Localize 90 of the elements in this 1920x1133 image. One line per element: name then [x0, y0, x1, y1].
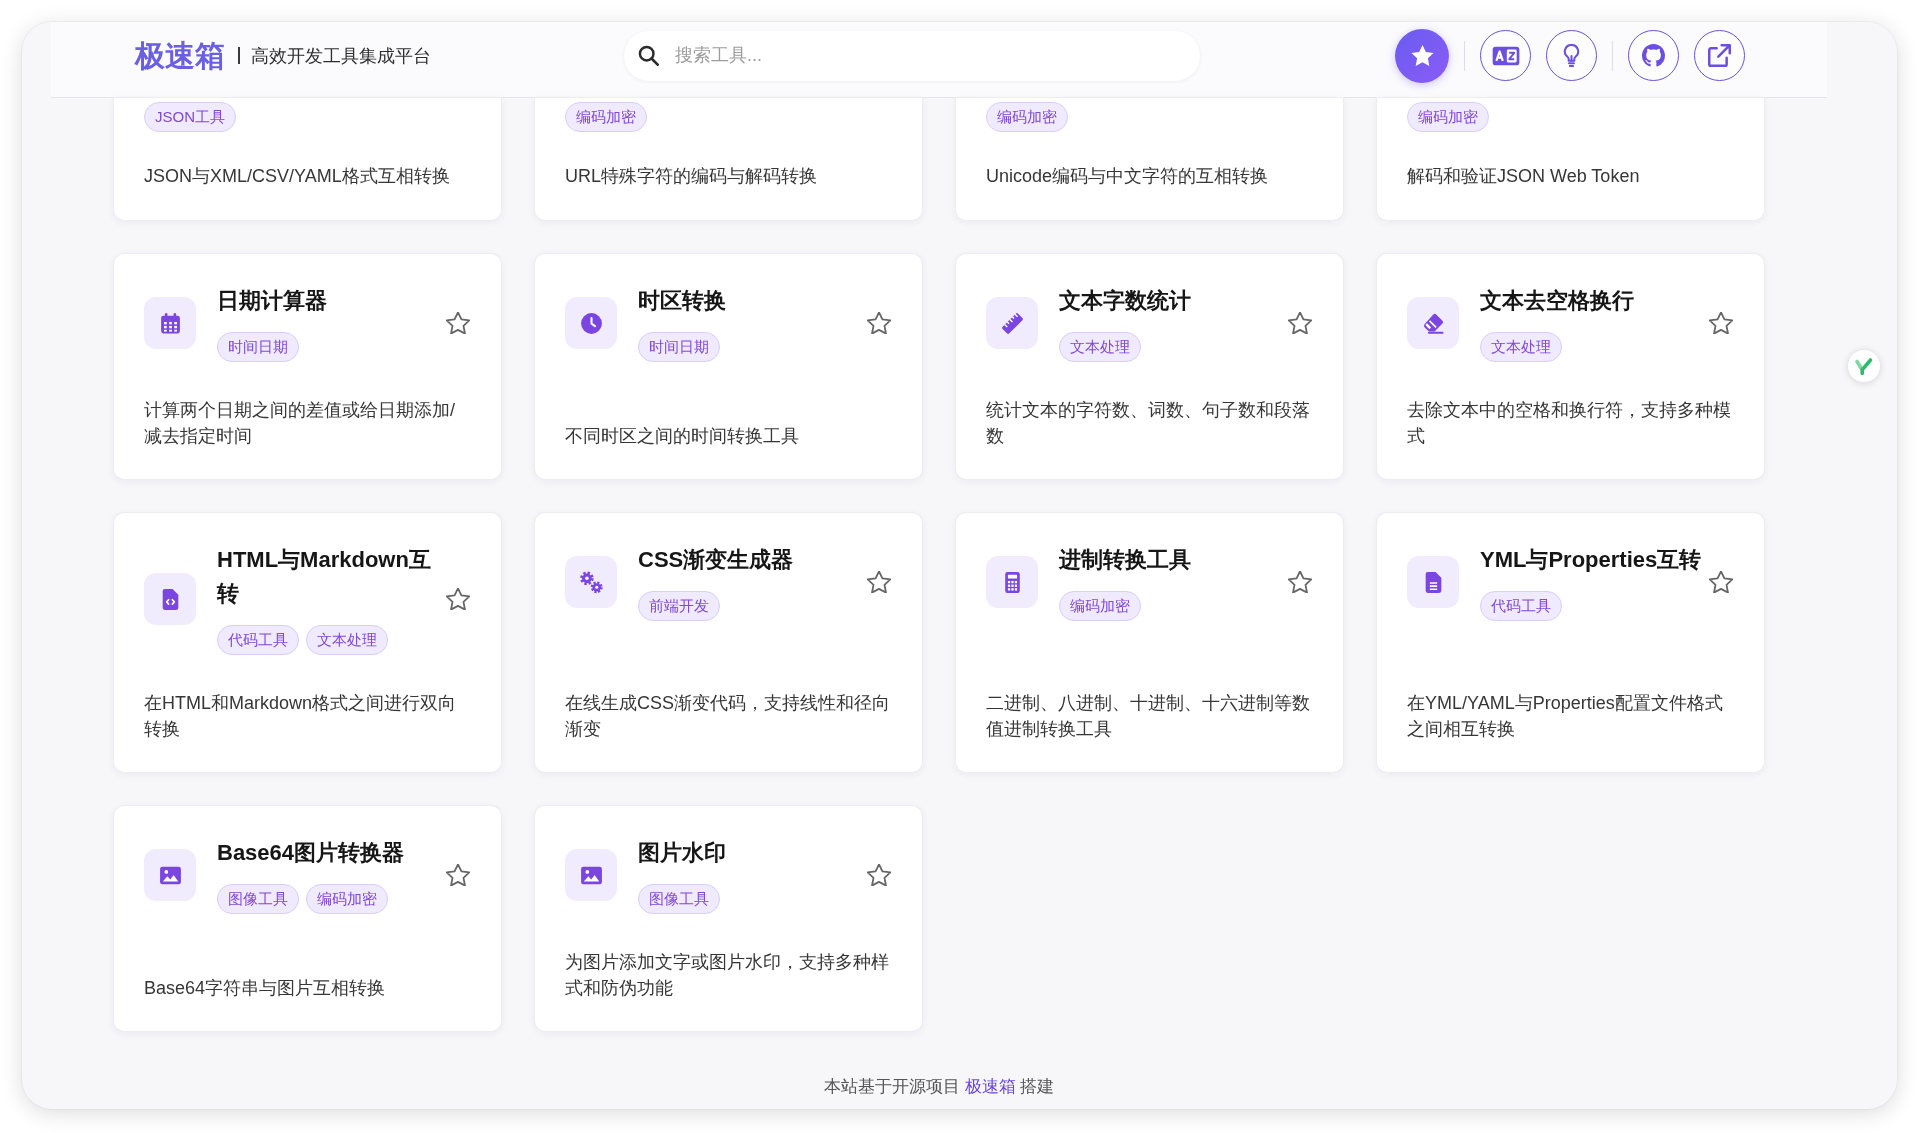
category-tag: JSON工具 — [144, 102, 236, 132]
tool-description: 统计文本的字符数、词数、句子数和段落数 — [986, 399, 1311, 448]
tool-card[interactable]: 文本字数统计 文本处理 统计文本的字符数、词数、句子数和段落数 — [956, 254, 1343, 479]
star-icon — [1410, 44, 1434, 67]
tool-description: 在YML/YAML与Properties配置文件格式之间相互转换 — [1407, 692, 1724, 741]
search-field[interactable]: 搜索工具... — [624, 30, 1200, 81]
tool-description: JSON与XML/CSV/YAML格式互相转换 — [144, 165, 451, 188]
tool-card[interactable]: 文本去空格换行 文本处理 去除文本中的空格和换行符，支持多种模式 — [1377, 254, 1764, 479]
tool-description: Unicode编码与中文字符的互相转换 — [986, 165, 1270, 188]
site-tagline: 高效开发工具集成平台 — [251, 44, 431, 68]
tool-title: 时区转换 — [638, 287, 727, 315]
footer-text: 本站基于开源项目 极速箱 搭建 — [823, 1076, 1055, 1098]
translate-button[interactable] — [1480, 30, 1531, 81]
site-logo[interactable]: 极速箱 — [135, 35, 225, 76]
star-icon[interactable] — [867, 312, 891, 334]
tool-description: 解码和验证JSON Web Token — [1407, 165, 1641, 188]
ruler-icon — [986, 297, 1038, 349]
category-tag: 编码加密 — [1407, 102, 1489, 132]
category-tag: 时间日期 — [217, 332, 299, 362]
category-tag: 文本处理 — [306, 625, 388, 655]
check-badge-icon[interactable] — [1847, 349, 1881, 383]
tool-title: CSS渐变生成器 — [638, 546, 795, 574]
favorites-button[interactable] — [1395, 28, 1449, 83]
star-icon[interactable] — [867, 571, 891, 593]
tool-card[interactable]: CSS渐变生成器 前端开发 在线生成CSS渐变代码，支持线性和径向渐变 — [535, 513, 922, 772]
tool-description: 二进制、八进制、十进制、十六进制等数值进制转换工具 — [986, 692, 1311, 741]
category-tag: 代码工具 — [1480, 591, 1562, 621]
tool-card[interactable]: HTML与Markdown互转 代码工具 文本处理 在HTML和Markdown格式之间进行双向转换 — [114, 513, 501, 772]
tool-card[interactable]: JSON工具 JSON与XML/CSV/YAML格式互相转换 — [114, 98, 501, 220]
tool-description: 计算两个日期之间的差值或给日期添加/减去指定时间 — [144, 399, 456, 448]
category-tag: 图像工具 — [638, 884, 720, 914]
category-tag: 文本处理 — [1480, 332, 1562, 362]
clock-icon — [565, 297, 617, 349]
tool-card[interactable]: 编码加密 URL特殊字符的编码与解码转换 — [535, 98, 922, 220]
category-tag: 编码加密 — [986, 102, 1068, 132]
calendar-icon — [144, 297, 196, 349]
tool-title: 文本去空格换行 — [1480, 287, 1635, 315]
tool-title: 文本字数统计 — [1059, 287, 1192, 315]
tool-description: 在HTML和Markdown格式之间进行双向转换 — [144, 692, 458, 741]
tool-title: 图片水印 — [638, 839, 727, 867]
image-icon — [144, 849, 196, 901]
tool-card[interactable]: 编码加密 解码和验证JSON Web Token — [1377, 98, 1764, 220]
tool-card[interactable]: 进制转换工具 编码加密 二进制、八进制、十进制、十六进制等数值进制转换工具 — [956, 513, 1343, 772]
category-tag: 编码加密 — [1059, 591, 1141, 621]
tool-description: Base64字符串与图片互相转换 — [144, 977, 387, 1000]
gears-icon — [565, 556, 617, 608]
calculator-icon — [986, 556, 1038, 608]
star-icon[interactable] — [446, 588, 470, 610]
category-tag: 时间日期 — [638, 332, 720, 362]
category-tag: 编码加密 — [565, 102, 647, 132]
star-icon[interactable] — [1288, 312, 1312, 334]
category-tag: 前端开发 — [638, 591, 720, 621]
tool-description: 去除文本中的空格和换行符，支持多种模式 — [1407, 399, 1732, 448]
open-external-button[interactable] — [1694, 30, 1745, 81]
github-icon — [1642, 44, 1665, 67]
tool-description: 不同时区之间的时间转换工具 — [565, 425, 800, 448]
code-file-icon — [144, 573, 196, 625]
search-icon — [638, 45, 659, 66]
star-icon[interactable] — [1709, 571, 1733, 593]
star-icon[interactable] — [867, 864, 891, 886]
category-tag: 文本处理 — [1059, 332, 1141, 362]
tool-title: 进制转换工具 — [1059, 546, 1192, 574]
tool-title: YML与Properties互转 — [1480, 546, 1703, 574]
eraser-icon — [1407, 297, 1459, 349]
image-icon — [565, 849, 617, 901]
tool-card[interactable]: 日期计算器 时间日期 计算两个日期之间的差值或给日期添加/减去指定时间 — [114, 254, 501, 479]
tips-button[interactable] — [1546, 30, 1597, 81]
tool-card[interactable]: 编码加密 Unicode编码与中文字符的互相转换 — [956, 98, 1343, 220]
translate-icon — [1491, 45, 1520, 66]
star-icon[interactable] — [446, 312, 470, 334]
tool-card[interactable]: Base64图片转换器 图像工具 编码加密 Base64字符串与图片互相转换 — [114, 806, 501, 1031]
star-icon[interactable] — [446, 864, 470, 886]
tool-title: 日期计算器 — [217, 287, 328, 315]
category-tag: 图像工具 — [217, 884, 299, 914]
external-link-icon — [1708, 44, 1731, 67]
star-icon[interactable] — [1288, 571, 1312, 593]
category-tag: 代码工具 — [217, 625, 299, 655]
tool-description: URL特殊字符的编码与解码转换 — [565, 165, 818, 188]
document-icon — [1407, 556, 1459, 608]
tool-title: HTML与Markdown互转 — [217, 546, 432, 608]
tool-description: 为图片添加文字或图片水印，支持多种样式和防伪功能 — [565, 951, 890, 1000]
tool-card[interactable]: 图片水印 图像工具 为图片添加文字或图片水印，支持多种样式和防伪功能 — [535, 806, 922, 1031]
project-link[interactable]: 极速箱 — [964, 1077, 1016, 1096]
tool-card[interactable]: 时区转换 时间日期 不同时区之间的时间转换工具 — [535, 254, 922, 479]
tool-description: 在线生成CSS渐变代码，支持线性和径向渐变 — [565, 692, 891, 741]
category-tag: 编码加密 — [306, 884, 388, 914]
github-button[interactable] — [1628, 30, 1679, 81]
tool-card[interactable]: YML与Properties互转 代码工具 在YML/YAML与Properties配置文件格式之间相互转换 — [1377, 513, 1764, 772]
tool-title: Base64图片转换器 — [217, 839, 406, 867]
star-icon[interactable] — [1709, 312, 1733, 334]
